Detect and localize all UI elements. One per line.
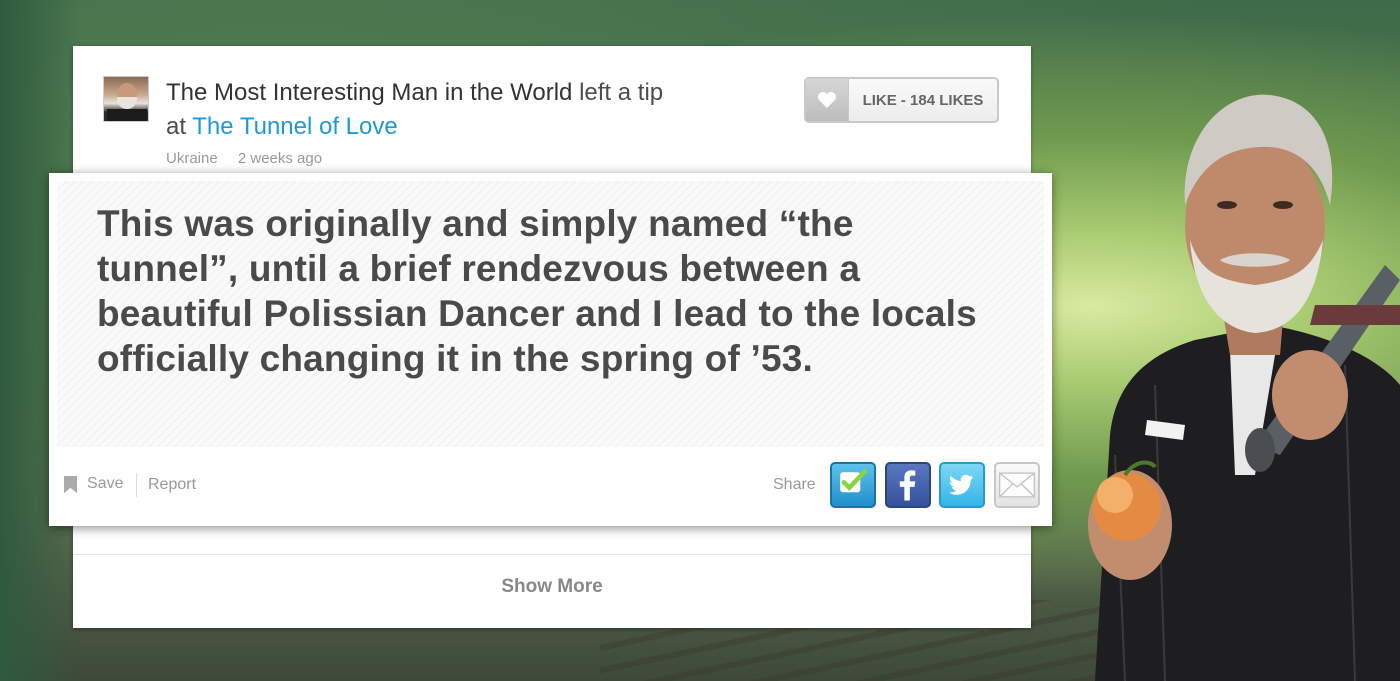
action-text: left a tip (579, 79, 664, 106)
share-label: Share (773, 476, 816, 493)
like-count-label: LIKE - 184 LIKES (862, 91, 984, 109)
location-link[interactable]: Ukraine (166, 150, 218, 167)
email-icon[interactable] (994, 462, 1040, 508)
twitter-icon[interactable] (939, 462, 985, 508)
tip-card-expanded: This was originally and simply named “th… (49, 173, 1052, 526)
save-button[interactable]: Save (64, 475, 123, 493)
foursquare-icon[interactable] (830, 462, 876, 508)
tip-action-bar: Save Report Share (49, 461, 1052, 511)
facebook-icon[interactable] (885, 462, 931, 508)
tip-text: This was originally and simply named “th… (97, 203, 977, 379)
user-name-link[interactable]: The Most Interesting Man in the World (166, 79, 572, 106)
report-button[interactable]: Report (148, 476, 196, 494)
venue-link[interactable]: The Tunnel of Love (192, 113, 397, 140)
tip-meta: Ukraine 2 weeks ago (166, 150, 338, 167)
like-button[interactable]: LIKE - 184 LIKES (804, 77, 999, 123)
show-more-button[interactable]: Show More (73, 576, 1031, 598)
heart-icon (806, 79, 849, 121)
save-label: Save (87, 475, 124, 492)
tip-header: The Most Interesting Man in the World le… (166, 76, 786, 144)
user-avatar[interactable] (103, 76, 149, 122)
divider (136, 473, 137, 497)
man-with-sword-photo (1088, 94, 1400, 681)
tip-quote-area: This was originally and simply named “th… (57, 181, 1044, 447)
timestamp: 2 weeks ago (237, 150, 323, 167)
bookmark-icon (64, 475, 77, 493)
at-text: at (166, 113, 187, 140)
